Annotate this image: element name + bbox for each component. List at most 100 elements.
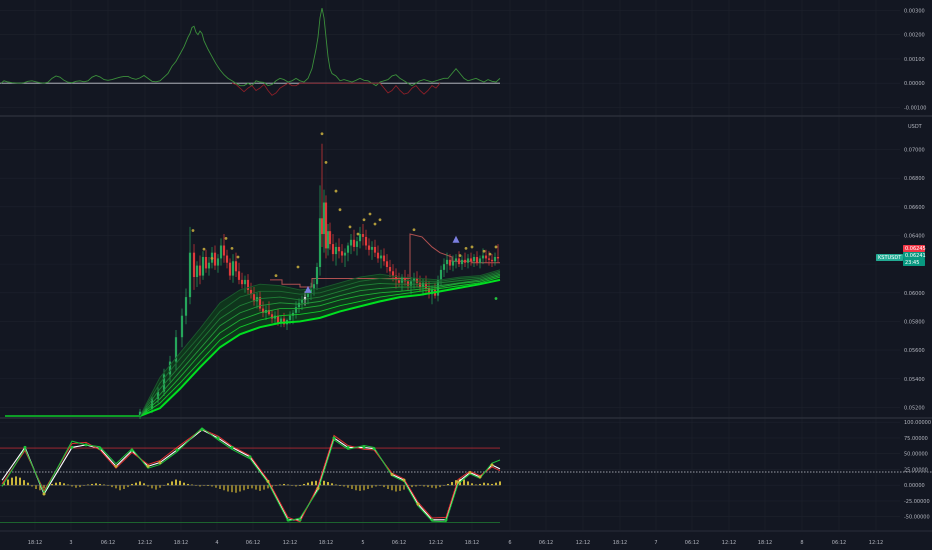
histogram-bar bbox=[363, 485, 365, 491]
candle-body bbox=[297, 302, 301, 308]
y-tick-label: 0.06400 bbox=[904, 233, 925, 239]
signal-dot bbox=[378, 218, 382, 222]
candle-body bbox=[213, 252, 217, 266]
candle-body bbox=[315, 267, 319, 285]
candle-body bbox=[216, 258, 220, 266]
signal-dot bbox=[470, 245, 474, 249]
signal-dot bbox=[338, 208, 342, 212]
histogram-bar bbox=[315, 480, 317, 486]
histogram-bar bbox=[63, 483, 65, 486]
histogram-bar bbox=[43, 485, 45, 489]
candle-body bbox=[246, 279, 250, 290]
pivot-marker bbox=[346, 445, 350, 449]
signal-dot bbox=[296, 265, 300, 269]
histogram-bar bbox=[75, 485, 77, 488]
candle-body bbox=[382, 255, 386, 262]
pivot-marker bbox=[200, 428, 204, 432]
pivot-marker bbox=[490, 463, 494, 467]
histogram-bar bbox=[231, 485, 233, 493]
pivot-marker bbox=[456, 480, 460, 484]
y-tick-label: 0.00000 bbox=[904, 483, 925, 489]
signal-dot bbox=[356, 232, 360, 236]
pivot-marker bbox=[444, 518, 448, 522]
candle-body bbox=[457, 258, 461, 265]
histogram-bar bbox=[403, 485, 405, 490]
candle-body bbox=[228, 262, 232, 276]
candle-body bbox=[240, 279, 244, 285]
time-label: 18:12 bbox=[758, 540, 772, 546]
histogram-bar bbox=[95, 483, 97, 486]
histogram-bar bbox=[351, 485, 353, 489]
candle-body bbox=[418, 282, 422, 288]
y-tick-label: 0.00200 bbox=[904, 33, 925, 39]
pivot-marker bbox=[266, 479, 270, 483]
y-tick-label: 25.00000 bbox=[904, 467, 928, 473]
histogram-bar bbox=[151, 485, 153, 489]
candle-body bbox=[469, 258, 473, 262]
pivot-marker bbox=[230, 445, 234, 449]
histogram-bar bbox=[87, 484, 89, 486]
time-label: 18:12 bbox=[28, 540, 42, 546]
histogram-bar bbox=[199, 485, 201, 487]
candle-body bbox=[320, 218, 324, 235]
histogram-bar bbox=[139, 481, 141, 486]
time-label: 06:12 bbox=[101, 540, 115, 546]
candle-body bbox=[184, 297, 188, 316]
time-label: 6 bbox=[508, 540, 511, 546]
candle-body bbox=[168, 361, 172, 375]
y-tick-label: -0.00100 bbox=[904, 105, 926, 111]
histogram-bar bbox=[431, 485, 433, 488]
candle-body bbox=[466, 258, 470, 263]
histogram-bar bbox=[415, 485, 417, 487]
signal-dot bbox=[488, 252, 492, 256]
candle-body bbox=[207, 262, 211, 269]
candle-body bbox=[448, 259, 452, 266]
y-tick-label: 0.05600 bbox=[904, 348, 925, 354]
y-tick-label: 0.05800 bbox=[904, 319, 925, 325]
time-label: 06:12 bbox=[246, 540, 260, 546]
candle-body bbox=[475, 256, 479, 263]
candle-body bbox=[445, 259, 449, 265]
histogram-bar bbox=[223, 485, 225, 491]
pivot-marker bbox=[248, 455, 252, 459]
histogram-bar bbox=[279, 484, 281, 486]
pivot-marker bbox=[146, 464, 150, 468]
histogram-bar bbox=[327, 482, 329, 486]
candle-body bbox=[472, 256, 476, 262]
signal-dot bbox=[210, 257, 214, 260]
histogram-bar bbox=[475, 484, 477, 486]
histogram-bar bbox=[235, 485, 237, 493]
histogram-bar bbox=[263, 485, 265, 490]
price-tag-label: 23:45 bbox=[905, 260, 919, 266]
histogram-bar bbox=[215, 485, 217, 488]
histogram-bar bbox=[479, 483, 481, 486]
y-tick-label: 0.05400 bbox=[904, 377, 925, 383]
histogram-bar bbox=[427, 485, 429, 488]
candle-body bbox=[322, 202, 326, 235]
candle-body bbox=[328, 231, 332, 245]
histogram-bar bbox=[335, 484, 337, 486]
histogram-bar bbox=[219, 485, 221, 489]
candle-body bbox=[442, 264, 446, 270]
pivot-marker bbox=[362, 445, 366, 449]
histogram-bar bbox=[67, 484, 69, 486]
signal-dot bbox=[362, 218, 366, 222]
histogram-bar bbox=[259, 485, 261, 491]
y-tick-label: -25.00000 bbox=[904, 499, 930, 505]
candle-body bbox=[409, 281, 413, 286]
signal-dot bbox=[320, 132, 324, 136]
candle-body bbox=[300, 299, 304, 303]
candle-body bbox=[451, 261, 455, 266]
histogram-bar bbox=[487, 483, 489, 486]
pivot-marker bbox=[316, 486, 320, 490]
candle-body bbox=[222, 245, 226, 256]
chart-background bbox=[0, 0, 932, 550]
histogram-bar bbox=[143, 483, 145, 486]
candle-body bbox=[340, 251, 344, 256]
histogram-bar bbox=[287, 484, 289, 486]
histogram-bar bbox=[55, 482, 57, 486]
time-label: 7 bbox=[654, 540, 657, 546]
candle-body bbox=[225, 255, 229, 263]
histogram-bar bbox=[175, 479, 177, 486]
histogram-bar bbox=[339, 485, 341, 486]
